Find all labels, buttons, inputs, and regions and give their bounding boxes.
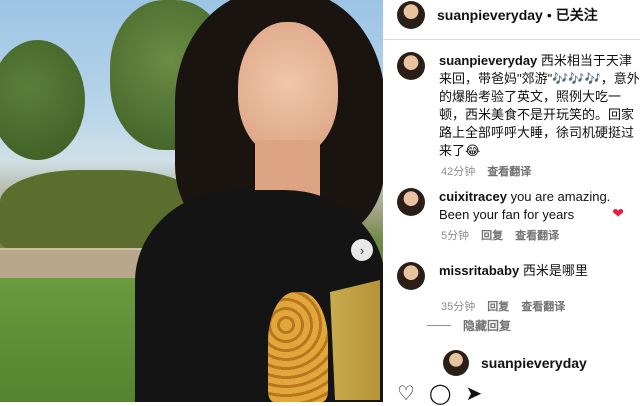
caption-username[interactable]: suanpieveryday [439, 53, 537, 68]
comment-2-avatar[interactable] [397, 262, 425, 290]
header-divider [383, 39, 640, 40]
caption: suanpieveryday 西米相当于天津来回，带爸妈"郊游"🎶🎶🎶，意外的爆… [397, 52, 640, 179]
caption-text-block: suanpieveryday 西米相当于天津来回，带爸妈"郊游"🎶🎶🎶，意外的爆… [439, 52, 640, 160]
caption-translate-link[interactable]: 查看翻译 [487, 163, 531, 179]
comments-panel: suanpieveryday • 已关注 suanpieveryday 西米相当… [383, 0, 640, 405]
comment-1-time: 5分钟 [441, 230, 470, 242]
comment-2: missritababy 西米是哪里 35分钟 回复 查看翻译 [397, 262, 640, 314]
comment-2-username[interactable]: missritababy [439, 263, 519, 278]
comment-bubble-icon[interactable]: ◯ [429, 381, 451, 406]
shirt-lettering [330, 280, 380, 400]
post-header: suanpieveryday • 已关注 [383, 0, 640, 30]
shirt-leopard-print [268, 292, 328, 402]
nested-reply: suanpieveryday [443, 350, 587, 376]
comment-2-meta: 35分钟 回复 查看翻译 [441, 298, 640, 314]
comment-1-username[interactable]: cuixitracey [439, 189, 507, 204]
comment-1-translate-link[interactable]: 查看翻译 [515, 227, 559, 243]
caption-time: 42分钟 [441, 166, 476, 178]
share-icon[interactable]: ➤ [465, 381, 482, 406]
photo-next-button[interactable]: › [351, 239, 373, 261]
comment-1-meta: 5分钟 回复 查看翻译 [441, 227, 640, 243]
comment-2-translate-link[interactable]: 查看翻译 [521, 298, 565, 314]
caption-avatar[interactable] [397, 52, 425, 80]
comment-1-reply-button[interactable]: 回复 [481, 227, 503, 243]
comment-2-reply-button[interactable]: 回复 [487, 298, 509, 314]
author-avatar[interactable] [397, 1, 425, 29]
comment-2-time: 35分钟 [441, 301, 476, 313]
person-face [238, 22, 338, 157]
nested-reply-username[interactable]: suanpieveryday [481, 355, 587, 371]
hide-replies-label: 隐藏回复 [463, 319, 512, 333]
nested-reply-avatar[interactable] [443, 350, 469, 376]
like-heart-icon[interactable]: ♡ [397, 381, 415, 406]
comment-1: cuixitracey you are amazing. Been your f… [397, 188, 640, 243]
post-actions: ♡ ◯ ➤ [397, 381, 482, 406]
hide-replies-toggle[interactable]: 隐藏回复 [427, 317, 511, 334]
comment-2-text: 西米是哪里 [522, 263, 588, 278]
hide-replies-line [427, 325, 451, 326]
caption-text: 西米相当于天津来回，带爸妈"郊游"🎶🎶🎶，意外的爆胎考验了英文，照例大吃一顿，西… [439, 53, 640, 158]
follow-button[interactable]: 已关注 [556, 5, 598, 25]
comment-1-like-heart-icon[interactable]: ❤ [612, 205, 624, 222]
comment-1-text-block: cuixitracey you are amazing. Been your f… [439, 188, 621, 224]
comment-1-avatar[interactable] [397, 188, 425, 216]
author-username[interactable]: suanpieveryday [437, 7, 543, 23]
caption-meta: 42分钟 查看翻译 [441, 163, 640, 179]
chevron-right-icon: › [359, 242, 365, 258]
post-photo[interactable]: › [0, 0, 383, 402]
comment-2-text-block: missritababy 西米是哪里 [439, 262, 640, 290]
header-separator: • [546, 7, 552, 23]
tree-left [0, 40, 85, 160]
